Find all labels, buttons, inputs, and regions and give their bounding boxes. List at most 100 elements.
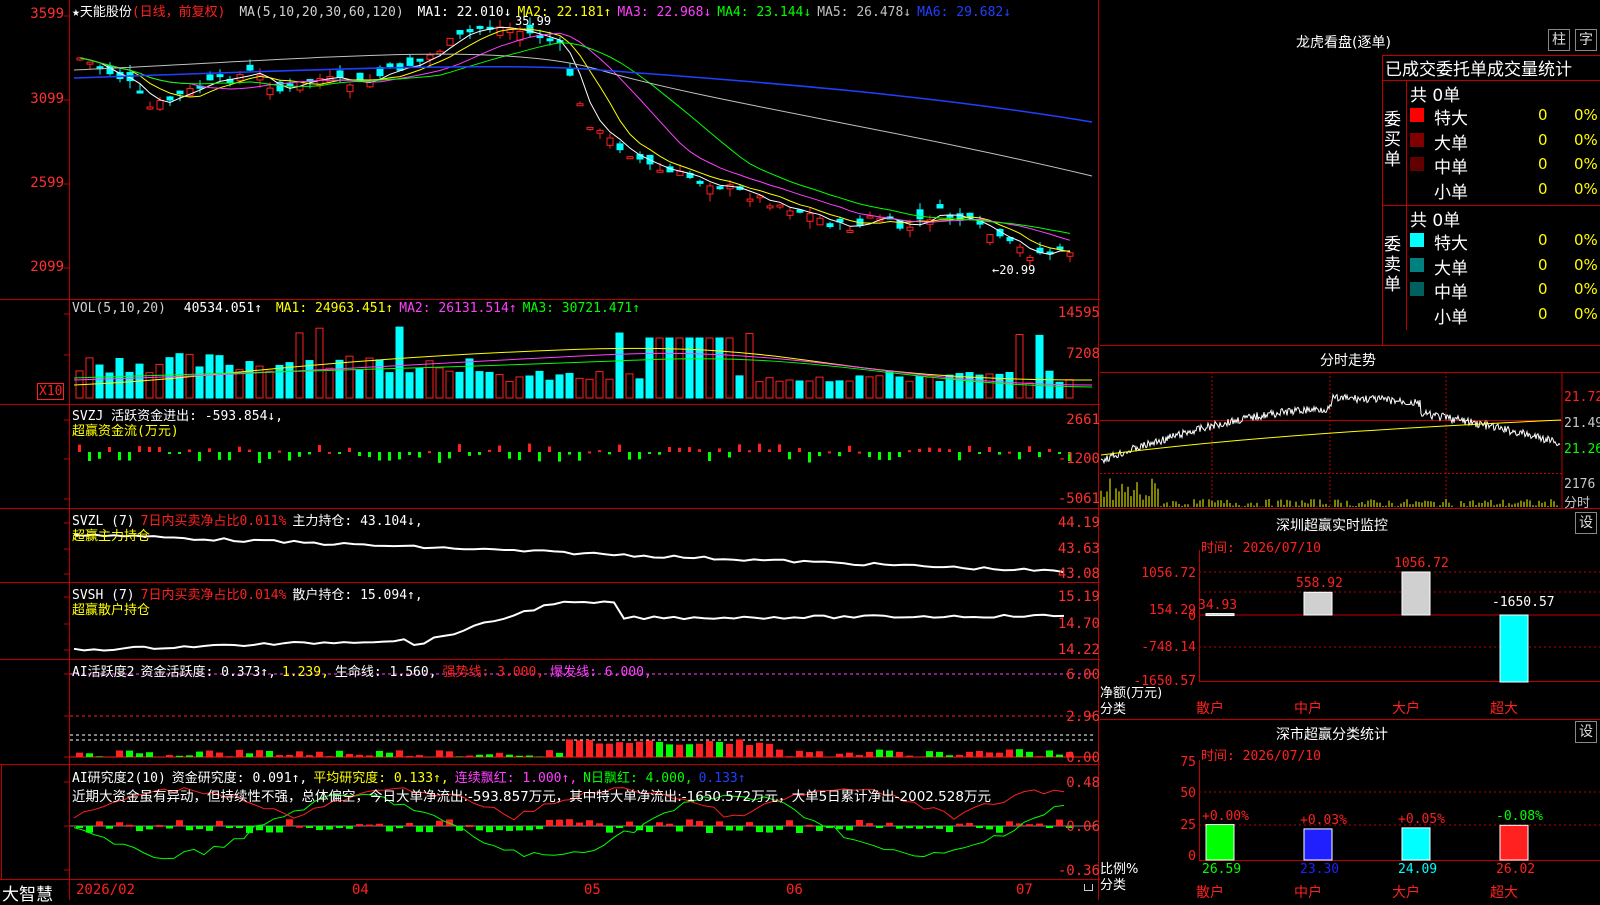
fund-flow-bar: [988, 447, 991, 452]
activity-bar: [96, 756, 103, 757]
svsh-y-label: 14.22: [1036, 642, 1100, 658]
ratio-change-label: -0.08%: [1496, 809, 1543, 824]
research-bar: [936, 826, 943, 829]
fund-flow-bar: [898, 452, 901, 457]
fund-flow-bar: [868, 452, 871, 457]
research-bar: [356, 824, 363, 826]
class-category-label: 中户: [1294, 882, 1322, 902]
main-y-label: 3099: [0, 91, 64, 107]
activity-bar: [206, 751, 213, 757]
fund-flow-bar: [568, 452, 571, 455]
sz-monitor-settings-button[interactable]: 设: [1575, 512, 1597, 534]
candle: [597, 130, 603, 133]
ma-values: MA1: 22.010↓MA2: 22.181↑MA3: 22.968↓MA4:…: [418, 5, 1018, 20]
activity-bar: [366, 755, 373, 757]
color-swatch: [1410, 307, 1424, 321]
fund-flow-bar: [818, 452, 821, 456]
vol-header: VOL(5,10,20) 40534.051↑ MA1: 24963.451↑M…: [72, 301, 872, 319]
volume-bar: [976, 375, 983, 398]
volume-bar: [256, 366, 263, 398]
candle: [807, 214, 813, 222]
low-price-mark: ←20.99: [992, 263, 1035, 277]
fund-flow-bar: [348, 448, 351, 452]
volume-bar: [446, 371, 453, 398]
fund-flow-bar: [128, 452, 131, 461]
research-bar: [496, 826, 503, 830]
candle: [457, 31, 463, 35]
x-label: 07: [1016, 882, 1033, 898]
fund-flow-bar: [368, 452, 371, 457]
candle: [167, 97, 173, 100]
fund-flow-bar: [188, 449, 191, 452]
research-bar: [926, 826, 933, 828]
fund-flow-bar: [318, 445, 321, 452]
ratio-value-label: 23.30: [1300, 862, 1339, 877]
activity-bar: [116, 750, 123, 757]
research-value: 资金研究度: 0.091↑,: [172, 771, 307, 786]
sz-class-settings-button[interactable]: 设: [1575, 721, 1597, 743]
fund-flow-bar: [518, 452, 521, 460]
fund-flow-bar: [738, 444, 741, 452]
candle: [407, 58, 413, 65]
research-bar: [856, 820, 863, 826]
intraday-avg-line: [1101, 420, 1561, 455]
buy-row: 小单00%: [1406, 178, 1600, 203]
volume-bar: [426, 361, 433, 398]
ratio-value-label: 26.02: [1496, 862, 1535, 877]
fund-flow-bar: [938, 448, 941, 452]
svzl-y-label: 44.19: [1036, 515, 1100, 531]
fund-flow-bar: [798, 448, 801, 452]
text-mode-button[interactable]: 字: [1575, 29, 1597, 51]
candle: [867, 216, 873, 218]
activity-bar: [786, 756, 793, 757]
candle: [697, 181, 703, 183]
activity-bar: [856, 755, 863, 757]
candle: [177, 91, 183, 94]
research-bar: [756, 826, 763, 832]
fund-flow-bar: [878, 452, 881, 460]
activity-bar: [676, 745, 683, 757]
candle: [847, 230, 853, 232]
lock-icon[interactable]: [1084, 884, 1093, 891]
activity-bar: [696, 744, 703, 757]
ma4-line: [80, 43, 1070, 234]
fund-flow-bar: [118, 452, 121, 460]
net-amount-bar: [1304, 592, 1332, 615]
fund-flow-bar: [428, 451, 431, 453]
research-bar: [76, 826, 83, 828]
ai-research-y-label: 0.06: [1036, 819, 1100, 835]
row-pct: 0%: [1574, 280, 1598, 298]
fund-flow-bar: [448, 452, 451, 458]
activity-bar: [506, 755, 513, 757]
main-y-label: 3599: [0, 6, 64, 22]
fund-flow-bar: [298, 452, 301, 457]
ratio-bar: [1206, 825, 1234, 860]
volume-bar: [706, 338, 713, 398]
volume-bar: [196, 367, 203, 398]
stock-name[interactable]: ★天能股份: [72, 5, 132, 20]
ma-value-5: MA5: 26.478↓: [817, 5, 911, 20]
activity-bar: [136, 753, 143, 757]
activity-bar: [226, 756, 233, 757]
research-bar: [416, 826, 423, 832]
fund-flow-bar: [688, 447, 691, 452]
main-chart-area[interactable]: 3599 3099 2599 2099 ★天能股份(日线，前复权) MA(5,1…: [0, 0, 1100, 900]
row-pct: 0%: [1574, 106, 1598, 124]
volume-bar: [326, 368, 333, 398]
volume-bar: [926, 377, 933, 398]
activity-bar: [666, 744, 673, 757]
volume-bar: [656, 338, 663, 398]
volume-bar: [436, 368, 443, 398]
fund-flow-bar: [778, 444, 781, 452]
research-bar: [196, 826, 203, 829]
research-bar: [286, 819, 293, 826]
research-bar: [396, 826, 403, 828]
intraday-vol-unit: 分时: [1564, 492, 1590, 511]
candle: [467, 30, 473, 32]
ai-comment: 近期大资金虽有异动，但持续性不强，总体偏空，今日大单净流出:-593.857万元…: [72, 785, 1098, 805]
fund-flow-bar: [148, 447, 151, 452]
sell-row: 大单00%: [1406, 254, 1600, 279]
activity-bar: [946, 755, 953, 757]
bar-mode-button[interactable]: 柱: [1548, 29, 1570, 51]
candle: [87, 62, 93, 64]
